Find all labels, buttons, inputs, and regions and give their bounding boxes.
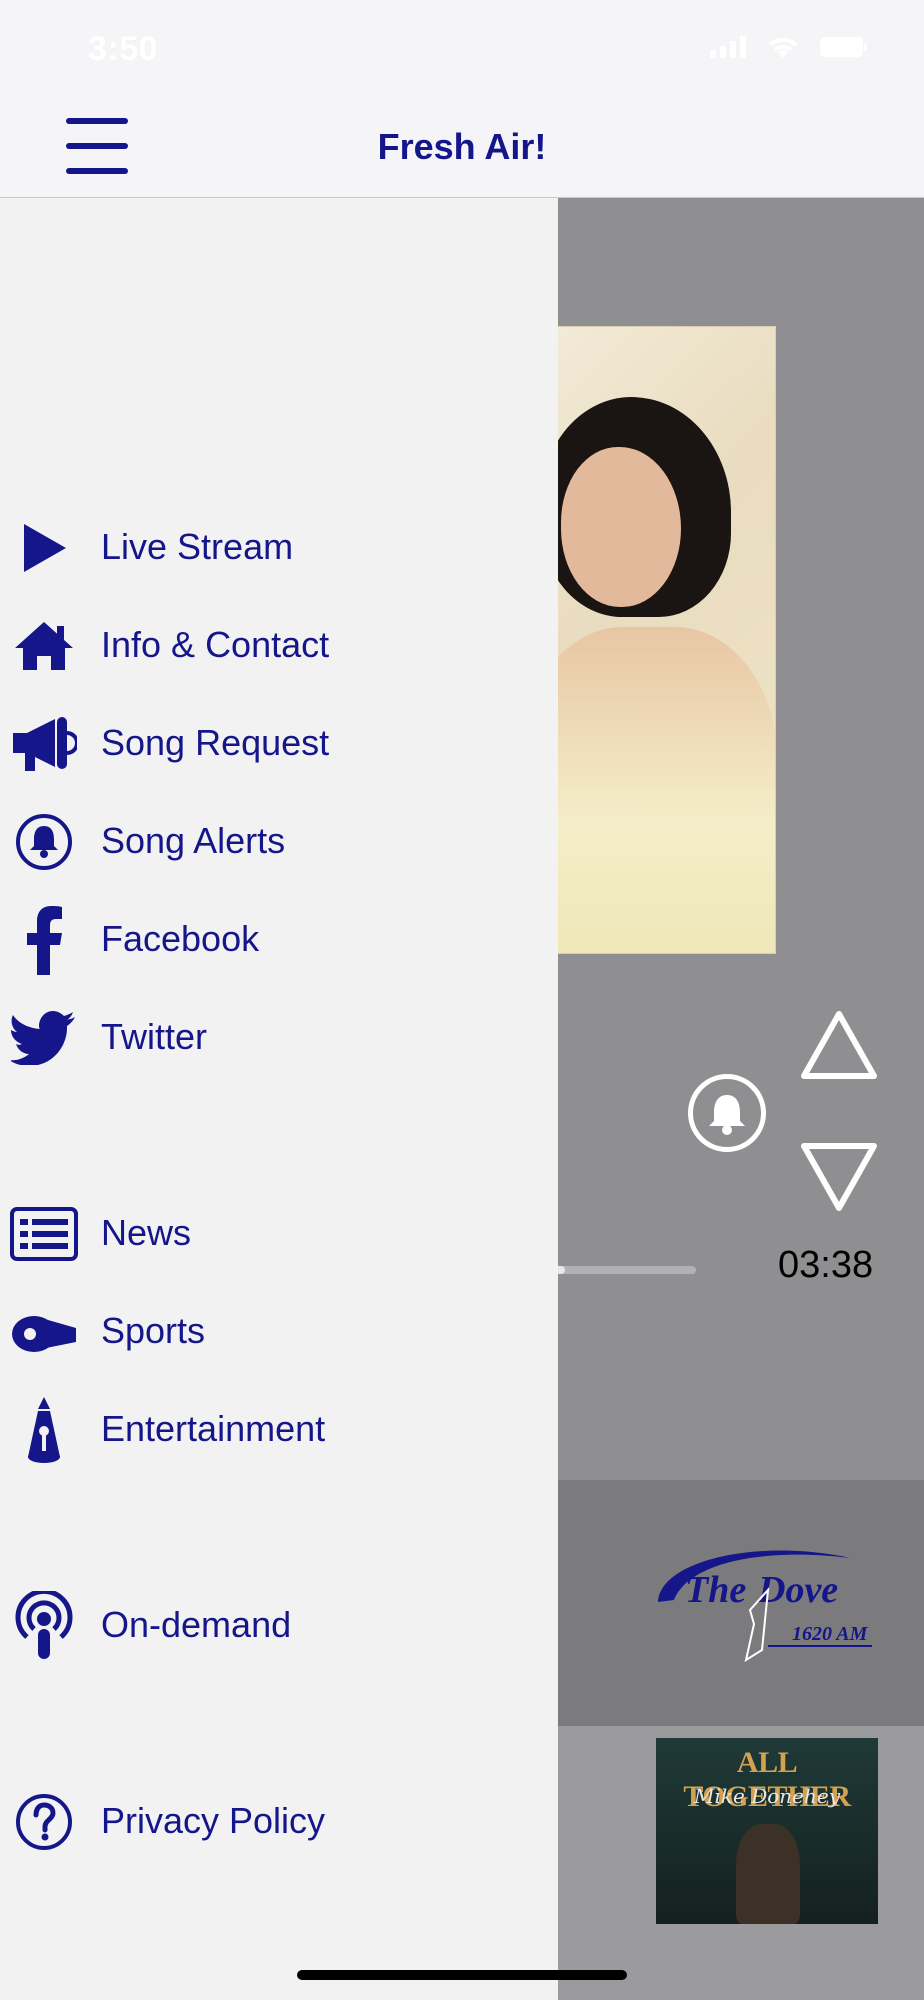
side-drawer: Live Stream Info & Contact Song Request	[0, 198, 558, 2000]
play-icon	[10, 518, 78, 578]
menu-item-label: Privacy Policy	[101, 1800, 326, 1841]
menu-item-label: Song Request	[101, 722, 330, 763]
twitter-icon	[10, 1008, 78, 1068]
menu-item-label: Info & Contact	[101, 624, 330, 665]
menu-item-privacy-policy[interactable]: Privacy Policy	[0, 1782, 558, 1862]
menu-item-label: Facebook	[101, 918, 260, 959]
thumbs-down-arrow-icon[interactable]	[800, 1142, 878, 1212]
menu-item-label: On-demand	[101, 1604, 292, 1645]
menu-item-facebook[interactable]: Facebook	[0, 900, 558, 980]
menu-item-song-request[interactable]: Song Request	[0, 704, 558, 784]
whistle-icon	[10, 1302, 78, 1362]
menu-item-label: News	[101, 1212, 192, 1253]
menu-item-label: Live Stream	[101, 526, 294, 567]
megaphone-icon	[10, 714, 78, 774]
home-indicator[interactable]	[297, 1970, 627, 1980]
menu-item-entertainment[interactable]: Entertainment	[0, 1390, 558, 1470]
nav-header: Fresh Air!	[0, 100, 924, 198]
spotlight-icon	[10, 1397, 78, 1463]
station-logo-frequency: 1620 AM	[792, 1623, 869, 1645]
page-title: Fresh Air!	[377, 126, 547, 167]
thumbs-up-arrow-icon[interactable]	[800, 1010, 878, 1080]
station-logo-line2: Dove	[757, 1569, 838, 1611]
podcast-icon	[10, 1591, 78, 1659]
menu-item-info-contact[interactable]: Info & Contact	[0, 606, 558, 686]
menu-item-label: Sports	[101, 1310, 206, 1351]
album-artist: Mike Donehey	[694, 1784, 840, 1808]
album-artwork	[520, 326, 776, 954]
wifi-icon	[768, 37, 798, 58]
bell-icon	[10, 812, 78, 872]
menu-item-label: Entertainment	[101, 1408, 326, 1449]
status-bar: 3:50	[0, 0, 924, 100]
battery-icon	[820, 37, 867, 57]
menu-item-song-alerts[interactable]: Song Alerts	[0, 802, 558, 882]
menu-item-sports[interactable]: Sports	[0, 1292, 558, 1372]
bell-icon	[709, 1095, 745, 1135]
status-time: 3:50	[88, 30, 159, 68]
menu-item-live-stream[interactable]: Live Stream	[0, 508, 558, 588]
hamburger-line	[66, 168, 128, 174]
menu-item-news[interactable]: News	[0, 1194, 558, 1274]
hamburger-line	[66, 118, 128, 124]
playback-progress[interactable]	[540, 1266, 696, 1274]
menu-item-label: Song Alerts	[101, 820, 286, 861]
menu-item-label: Twitter	[101, 1016, 208, 1057]
menu-item-twitter[interactable]: Twitter	[0, 998, 558, 1078]
station-logo: The Dove 1620 AM	[658, 1550, 872, 1663]
menu-item-on-demand[interactable]: On-demand	[0, 1586, 558, 1666]
signal-icon	[710, 36, 746, 58]
song-alert-button[interactable]	[688, 1074, 766, 1152]
news-icon	[10, 1204, 78, 1264]
home-icon	[10, 616, 78, 676]
facebook-icon	[10, 906, 78, 975]
question-icon	[10, 1792, 78, 1852]
album-thumbnail[interactable]: ALL TOGETHER Mike Donehey	[656, 1738, 878, 1924]
status-icons	[710, 34, 868, 60]
station-logo-line1: The	[685, 1569, 746, 1611]
elapsed-time: 03:38	[778, 1244, 874, 1286]
